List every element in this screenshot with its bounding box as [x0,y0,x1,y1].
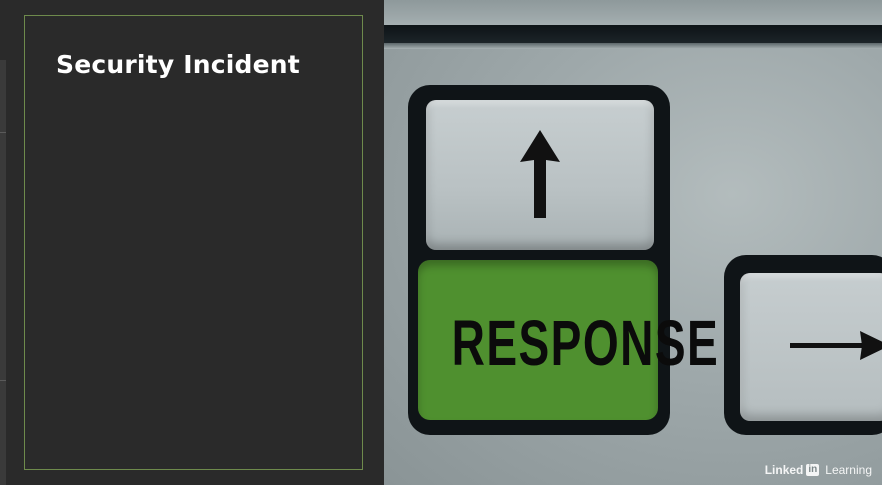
strip-tick [0,380,6,381]
keyboard-photo: RESPONSE Linked in Learning [384,0,882,485]
response-key-label: RESPONSE [451,307,720,379]
keyboard-groove [384,25,882,43]
up-arrow-key [426,100,654,250]
linkedin-logo-icon: in [806,464,820,476]
arrow-up-icon [520,130,560,218]
watermark-brand: Linked [764,463,804,477]
linkedin-learning-watermark: Linked in Learning [765,463,872,477]
keyboard-groove-edge [384,43,882,49]
strip-tick [0,132,6,133]
slide-text-panel: Security Incident [0,0,384,485]
left-edge-strip [0,60,6,485]
watermark-product: Learning [825,463,872,477]
arrow-right-icon [790,331,882,360]
slide-title: Security Incident [56,50,300,79]
response-key: RESPONSE [418,260,720,420]
right-arrow-key [740,273,882,421]
keyboard-top-band [384,0,882,25]
slide-frame [24,15,363,470]
